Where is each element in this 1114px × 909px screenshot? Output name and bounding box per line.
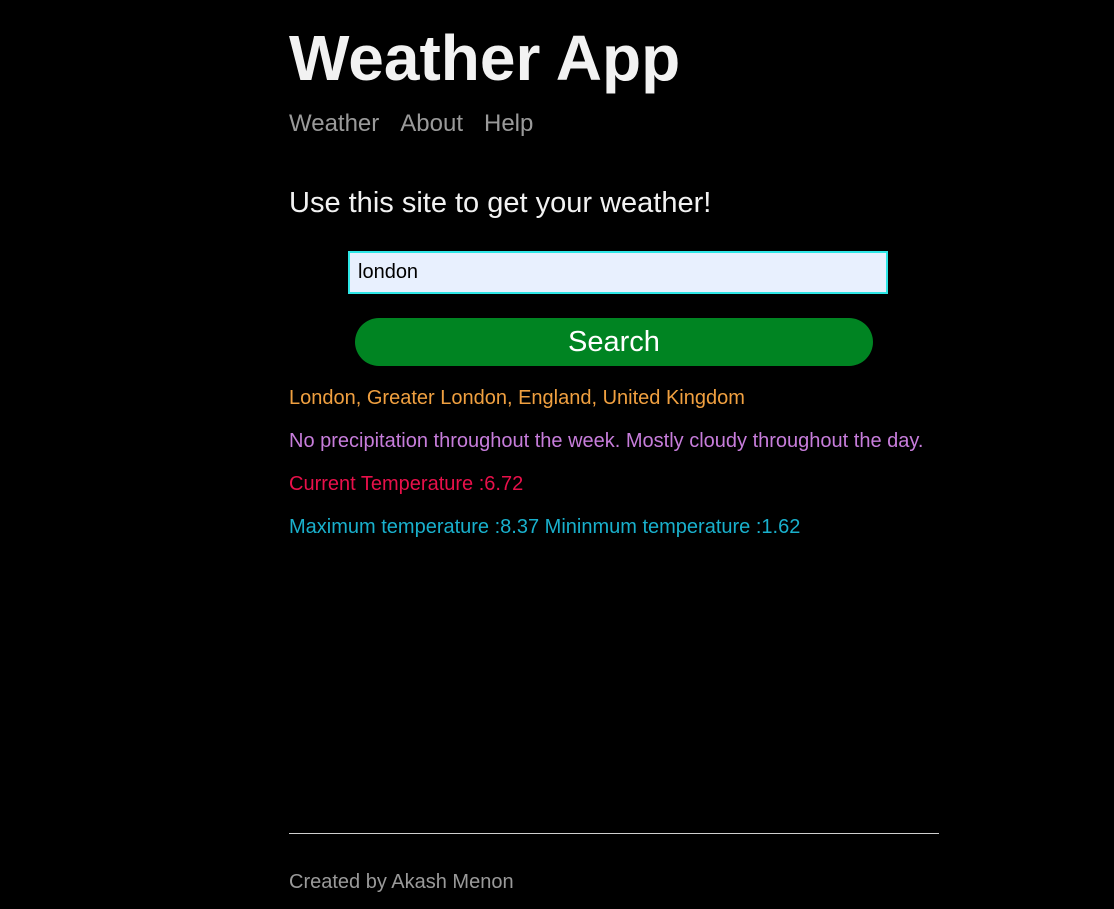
main-nav: Weather About Help <box>289 108 533 140</box>
result-current-temperature: Current Temperature :6.72 <box>289 473 524 495</box>
footer-credit: Created by Akash Menon <box>289 871 514 893</box>
result-min-max-temperature: Maximum temperature :8.37 Mininmum tempe… <box>289 516 801 538</box>
location-search-input[interactable] <box>348 251 888 294</box>
search-button[interactable]: Search <box>355 318 873 366</box>
footer-divider <box>289 833 939 834</box>
nav-link-weather[interactable]: Weather <box>289 108 379 140</box>
nav-link-about[interactable]: About <box>400 108 463 140</box>
app-title: Weather App <box>289 22 681 94</box>
result-location: London, Greater London, England, United … <box>289 387 745 409</box>
nav-link-help[interactable]: Help <box>484 108 533 140</box>
page-subtitle: Use this site to get your weather! <box>289 187 712 219</box>
page-container: Weather App Weather About Help Use this … <box>289 0 939 909</box>
result-forecast: No precipitation throughout the week. Mo… <box>289 430 924 452</box>
